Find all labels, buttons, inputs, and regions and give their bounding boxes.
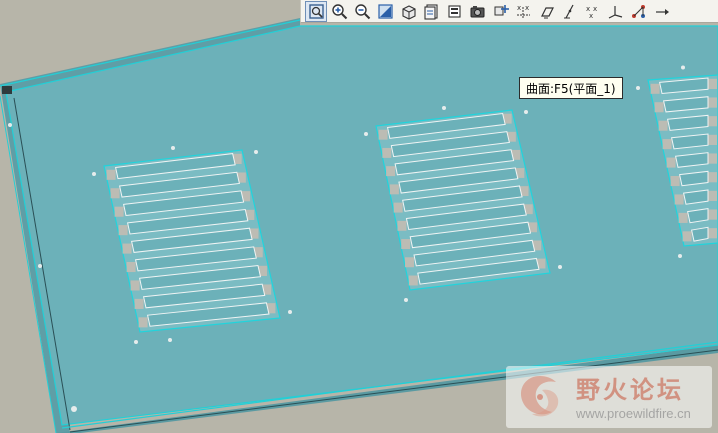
slot-tab [106,169,116,180]
coordinate-system-icon [608,5,622,19]
hole-marker [288,310,292,314]
hole-marker [38,264,42,268]
layers-icon [447,4,461,18]
hole-marker [558,265,562,269]
zoom-in-icon [331,3,347,19]
slot-tab [708,97,717,108]
slot-tab [708,134,717,145]
slot-tab [378,129,388,140]
slot-tab [708,153,717,164]
slot-tab [408,275,418,286]
slot-tab [708,190,717,201]
datum-axis-icon [563,4,574,18]
annotation-button[interactable] [627,1,649,22]
vent-slat [686,208,709,224]
svg-text:x: x [525,4,529,12]
hole-marker [681,65,685,70]
saved-views-icon [423,3,438,20]
datum-points-icon: x xx [586,5,597,20]
repaint-button[interactable] [374,1,396,22]
slot-tab [682,231,692,242]
slot-tab [138,317,148,328]
hole-marker [134,340,138,344]
repaint-icon [377,3,393,19]
slot-tab [389,184,399,195]
zoom-fit-button[interactable] [305,0,327,22]
hole-marker [92,172,96,176]
vent-slat [691,226,709,242]
layers-button[interactable] [443,1,465,22]
slot-tab [126,261,136,273]
slot-tab [662,139,672,150]
hole-marker [678,254,682,258]
slot-tab [122,243,132,254]
svg-text:x: x [517,4,521,12]
svg-text:x: x [589,12,593,20]
slot-tab [386,166,396,177]
slot-tab [666,157,676,168]
slot-tab [678,212,688,223]
hole-marker [8,123,12,127]
forum-title: 野火论坛 [576,376,684,404]
slot-tab [658,120,668,131]
slot-tab [382,147,392,158]
datum-points-button[interactable]: xxx [581,1,603,22]
slot-tab [708,228,717,239]
hole-marker [254,150,258,154]
view-orientation-icon [401,4,416,20]
saved-views-button[interactable] [420,1,442,22]
datum-planes-icon [540,6,554,18]
slot-tab [114,206,124,217]
hole-marker [404,298,408,302]
corner-marker [2,86,12,94]
zoom-out-icon [354,3,370,19]
more-icon [655,8,669,15]
slot-tab [670,175,680,187]
hole-marker [71,406,77,412]
more-button[interactable] [650,1,672,22]
svg-text:x: x [593,5,597,13]
datum-axes-button[interactable]: xx [512,1,534,22]
slot-tab [118,225,128,236]
annotation-icon [631,4,645,18]
slot-tab [708,78,717,89]
spin-center-icon [494,4,509,15]
spin-center-button[interactable] [489,1,511,22]
slot-tab [401,239,411,249]
display-style-button[interactable] [466,1,488,22]
hole-marker [168,338,172,342]
zoom-in-button[interactable] [328,1,350,22]
hole-marker [364,132,368,136]
slot-tab [130,280,140,291]
hole-marker [171,146,175,150]
forum-watermark: 野火论坛 www.proewildfire.cn [506,366,712,428]
zoom-out-button[interactable] [351,1,373,22]
view-orientation-button[interactable] [397,1,419,22]
slot-tab [393,202,403,213]
slot-tab [708,209,717,220]
slot-tab [397,220,407,231]
hole-marker [524,110,528,114]
coordinate-system-button[interactable] [604,1,626,22]
datum-axis-button[interactable] [558,1,580,22]
hole-marker [442,106,446,110]
zoom-fit-icon [308,3,324,19]
datum-axes-icon: xx [516,4,530,19]
slot-tab [650,83,660,94]
datum-planes-button[interactable] [535,1,557,22]
slot-tab [110,188,120,199]
forum-url: www.proewildfire.cn [576,406,691,421]
slot-tab [674,194,684,205]
surface-tooltip: 曲面:F5(平面_1) [519,77,623,99]
hole-marker [636,86,640,90]
slot-tab [708,172,717,183]
slot-tab [134,298,144,309]
slot-tab [405,257,415,268]
forum-logo-icon [520,376,559,417]
slot-tab [654,102,664,113]
display-style-icon [470,5,484,17]
view-toolbar: xxxxx [300,0,718,23]
slot-tab [708,116,717,127]
